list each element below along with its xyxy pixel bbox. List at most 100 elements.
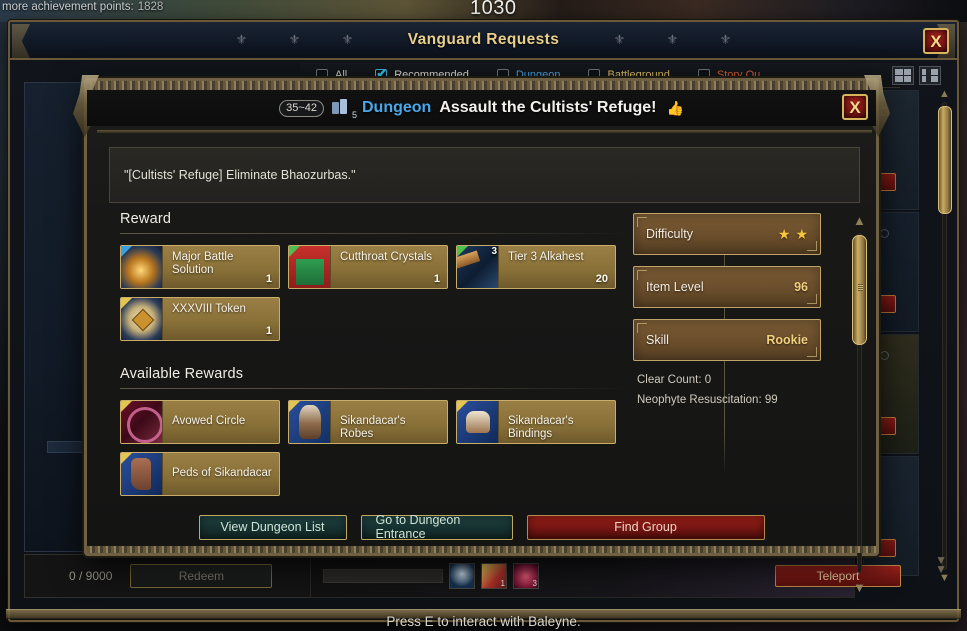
available-reward-item[interactable]: Sikandacar's Robes	[288, 400, 448, 444]
grid-view-icon[interactable]	[892, 66, 914, 85]
star-icon: ★	[777, 225, 791, 242]
item-level-value: 96	[794, 280, 808, 294]
rarity-corner-tag	[121, 298, 132, 309]
view-dungeon-list-button[interactable]: View Dungeon List	[198, 514, 347, 540]
token-icon	[121, 298, 163, 340]
reward-item-qty: 1	[265, 273, 272, 285]
thumbs-up-icon: 👍	[666, 99, 684, 116]
list-view-icon[interactable]	[919, 66, 941, 85]
find-group-label: Find Group	[614, 520, 677, 534]
dungeon-title: Assault the Cultists' Refuge!	[439, 99, 657, 116]
rarity-corner-tag	[121, 401, 132, 412]
scroll-down-arrow-icon[interactable]: ▼	[853, 580, 866, 595]
item-level-stat[interactable]: Item Level 96	[633, 266, 821, 308]
available-reward-item[interactable]: Sikandacar's Bindings	[456, 400, 616, 444]
party-size-icon: 5	[331, 99, 357, 120]
close-icon: X	[930, 31, 942, 51]
rarity-corner-tag	[457, 401, 468, 412]
gift-box-icon	[289, 246, 331, 288]
reward-item-name: Major Battle Solution	[172, 251, 234, 277]
rarity-corner-tag	[289, 246, 300, 257]
reward-item[interactable]: Major Battle Solution 1	[120, 245, 280, 289]
robes-icon	[289, 401, 331, 443]
reward-mini-icon[interactable]: 1	[481, 563, 507, 589]
view-dungeon-list-label: View Dungeon List	[220, 520, 325, 534]
world-counter: 1030	[470, 0, 517, 19]
available-reward-name: Sikandacar's Bindings	[508, 415, 574, 441]
quest-list-scrollbar[interactable]: ▲ ▼	[937, 88, 953, 584]
world-top-strip: more achievement points: 1828 1030	[0, 0, 967, 22]
available-reward-name: Avowed Circle	[172, 415, 246, 427]
item-level-label: Item Level	[646, 280, 704, 294]
rarity-corner-tag	[457, 246, 468, 257]
clear-count-text: Clear Count: 0	[637, 374, 712, 386]
reward-item-name: Cutthroat Crystals	[340, 251, 433, 263]
main-window-close-button[interactable]: X	[923, 28, 949, 54]
titlebar-ornaments-left: ⚜ ⚜ ⚜	[235, 32, 354, 47]
fleur-icon: ⚜	[341, 32, 354, 47]
main-window-bottom-center-bar: 1 3	[310, 554, 855, 598]
star-icon: ★	[795, 225, 808, 242]
main-window-titlebar: ⚜ ⚜ ⚜ Vanguard Requests ⚜ ⚜ ⚜	[10, 22, 957, 60]
go-to-dungeon-entrance-label: Go to Dungeon Entrance	[375, 513, 461, 541]
gloves-icon	[457, 401, 499, 443]
dialog-scrollbar-thumb[interactable]	[852, 235, 867, 345]
available-reward-grid: Avowed Circle Sikandacar's Robes Sikanda…	[120, 400, 640, 496]
reward-mini-icon[interactable]: 3	[513, 563, 539, 589]
difficulty-stat[interactable]: Difficulty ★ ★	[633, 213, 821, 255]
mini-icon-count: 1	[500, 579, 505, 588]
rarity-corner-tag	[121, 453, 132, 464]
tier-badge: 3	[491, 246, 497, 257]
skill-value: Rookie	[766, 333, 808, 347]
resuscitation-text: Neophyte Resuscitation: 99	[637, 393, 778, 406]
side-chevron-icon[interactable]: ▼ ▼	[935, 554, 947, 575]
redeem-button[interactable]: Redeem	[130, 564, 273, 588]
fleur-icon: ⚜	[719, 32, 732, 47]
available-reward-name: Peds of Sikandacar	[172, 467, 272, 479]
fleur-icon: ⚜	[288, 32, 301, 47]
eye-icon	[880, 229, 889, 238]
reward-item-qty: 1	[433, 273, 440, 285]
reward-item-grid: Major Battle Solution 1 Cutthroat Crysta…	[120, 245, 640, 341]
dialog-header-divider	[97, 130, 872, 133]
achievement-points-text: more achievement points: 1828	[2, 1, 163, 13]
ring-icon	[121, 401, 163, 443]
titlebar-ornament-left-frame	[12, 24, 30, 58]
difficulty-label: Difficulty	[646, 227, 694, 241]
reward-item[interactable]: Cutthroat Crystals 1	[288, 245, 448, 289]
rarity-corner-tag	[289, 401, 300, 412]
redeem-button-label: Redeem	[178, 569, 225, 583]
skill-label: Skill	[646, 333, 669, 347]
fleur-icon: ⚜	[666, 32, 679, 47]
potion-icon	[121, 246, 163, 288]
reward-item-qty: 1	[265, 325, 272, 337]
rarity-corner-tag	[121, 246, 132, 257]
teleport-button[interactable]: Teleport	[775, 565, 901, 587]
reward-mini-icon[interactable]	[449, 563, 475, 589]
reward-item[interactable]: XXXVIII Token 1	[120, 297, 280, 341]
available-reward-item[interactable]: Peds of Sikandacar	[120, 452, 280, 496]
quest-description-box: "[Cultists' Refuge] Eliminate Bhaozurbas…	[109, 147, 860, 203]
difficulty-stars: ★ ★	[778, 226, 808, 243]
reward-item-name: XXXVIII Token	[172, 303, 246, 315]
achievement-label: more achievement points:	[2, 1, 134, 13]
dialog-close-button[interactable]: X	[842, 94, 868, 120]
main-window-title: Vanguard Requests	[407, 31, 560, 48]
skill-stat[interactable]: Skill Rookie	[633, 319, 821, 361]
scroll-up-arrow-icon[interactable]: ▲	[853, 213, 866, 228]
available-reward-item[interactable]: Avowed Circle	[120, 400, 280, 444]
scrollbar-thumb[interactable]	[938, 106, 952, 214]
available-reward-name: Sikandacar's Robes	[340, 415, 406, 441]
dungeon-info-panel: Difficulty ★ ★ Item Level 96 Skill Rooki…	[633, 213, 848, 410]
reward-item[interactable]: 3 Tier 3 Alkahest 20	[456, 245, 616, 289]
fleur-icon: ⚜	[235, 32, 248, 47]
fleur-icon: ⚜	[613, 32, 626, 47]
scroll-up-arrow-icon[interactable]: ▲	[939, 88, 950, 100]
screen-root: more achievement points: 1828 1030 ⚜ ⚜ ⚜ …	[0, 0, 967, 631]
dungeon-detail-dialog: 35~42 5 Dungeon Assault the Cultists' Re…	[73, 75, 879, 595]
achievement-value: 1828	[137, 1, 164, 13]
go-to-dungeon-entrance-button[interactable]: Go to Dungeon Entrance	[360, 513, 513, 541]
find-group-button[interactable]: Find Group	[526, 514, 765, 540]
reward-item-qty: 20	[595, 273, 608, 285]
eye-icon	[880, 107, 889, 116]
